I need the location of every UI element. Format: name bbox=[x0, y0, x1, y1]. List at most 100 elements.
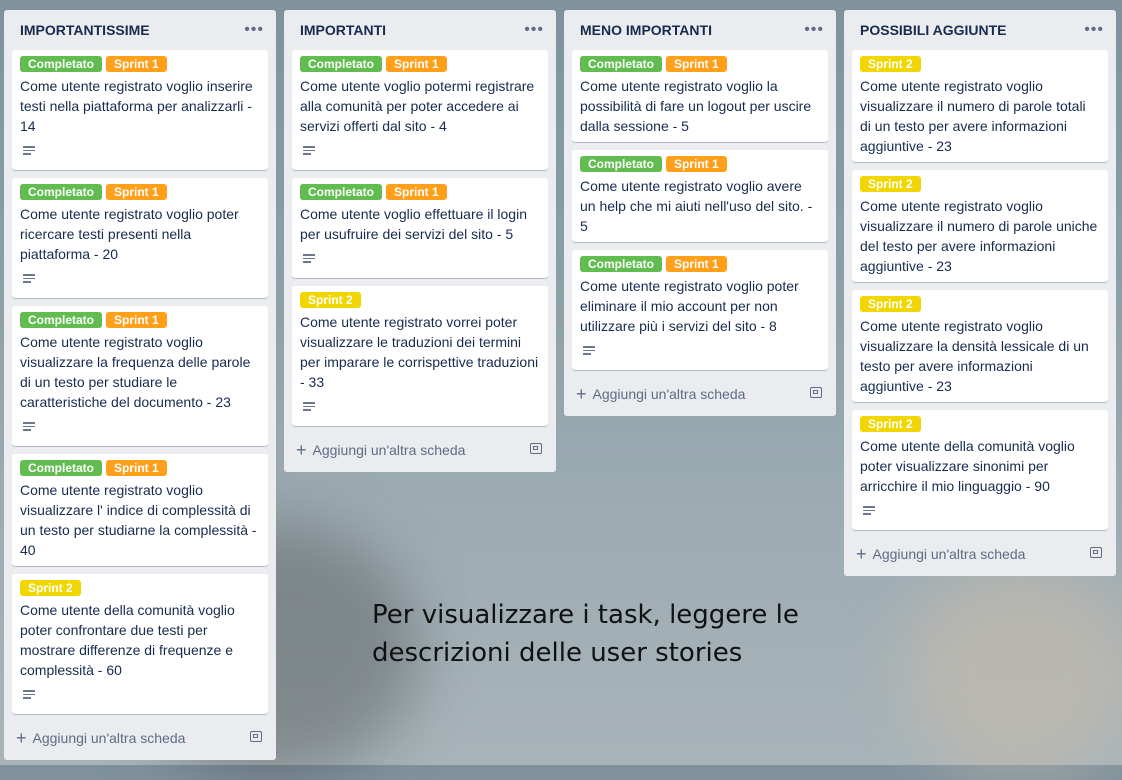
add-card-label: Aggiungi un'altra scheda bbox=[32, 730, 186, 746]
plus-icon: + bbox=[296, 440, 307, 460]
card-labels: Sprint 2 bbox=[860, 56, 1100, 72]
label-sprint[interactable]: Sprint 1 bbox=[666, 156, 727, 172]
list-menu-icon[interactable]: ••• bbox=[244, 22, 264, 38]
card[interactable]: Sprint 2 Come utente registrato voglio v… bbox=[852, 170, 1108, 282]
card-title: Come utente registrato voglio la possibi… bbox=[580, 78, 812, 134]
label-completato[interactable]: Completato bbox=[300, 184, 382, 200]
add-card-button[interactable]: + Aggiungi un'altra scheda bbox=[12, 724, 268, 752]
card[interactable]: Sprint 2 Come utente registrato voglio v… bbox=[852, 50, 1108, 162]
background-blur bbox=[900, 560, 1122, 780]
card-title: Come utente voglio effettuare il login p… bbox=[300, 206, 527, 242]
card-labels: Completato Sprint 1 bbox=[580, 256, 820, 272]
label-sprint[interactable]: Sprint 1 bbox=[386, 56, 447, 72]
add-card-button[interactable]: + Aggiungi un'altra scheda bbox=[572, 380, 828, 408]
card-title: Come utente registrato voglio avere un h… bbox=[580, 178, 813, 234]
plus-icon: + bbox=[576, 384, 587, 404]
label-sprint[interactable]: Sprint 1 bbox=[386, 184, 447, 200]
card-title: Come utente registrato voglio poter elim… bbox=[580, 278, 799, 334]
list-menu-icon[interactable]: ••• bbox=[524, 22, 544, 38]
list-title[interactable]: IMPORTANTISSIME bbox=[20, 22, 150, 38]
description-icon bbox=[23, 274, 35, 284]
description-icon bbox=[303, 402, 315, 412]
card-labels: Sprint 2 bbox=[860, 176, 1100, 192]
card-title: Come utente registrato voglio poter rice… bbox=[20, 206, 239, 262]
add-card-button[interactable]: + Aggiungi un'altra scheda bbox=[852, 540, 1108, 568]
list-header: IMPORTANTISSIME ••• bbox=[4, 10, 276, 50]
label-completato[interactable]: Completato bbox=[20, 56, 102, 72]
description-icon bbox=[303, 146, 315, 156]
list-menu-icon[interactable]: ••• bbox=[1084, 22, 1104, 38]
label-sprint[interactable]: Sprint 2 bbox=[20, 580, 81, 596]
label-sprint[interactable]: Sprint 1 bbox=[666, 56, 727, 72]
card-labels: Completato Sprint 1 bbox=[300, 184, 540, 200]
label-sprint[interactable]: Sprint 1 bbox=[106, 184, 167, 200]
list-menu-icon[interactable]: ••• bbox=[804, 22, 824, 38]
card-template-icon[interactable] bbox=[810, 387, 822, 398]
note-line: descrizioni delle user stories bbox=[372, 638, 743, 668]
add-card-button[interactable]: + Aggiungi un'altra scheda bbox=[292, 436, 548, 464]
card[interactable]: Sprint 2 Come utente registrato vorrei p… bbox=[292, 286, 548, 426]
label-sprint[interactable]: Sprint 1 bbox=[666, 256, 727, 272]
card-labels: Completato Sprint 1 bbox=[580, 156, 820, 172]
label-completato[interactable]: Completato bbox=[300, 56, 382, 72]
card-title: Come utente registrato voglio visualizza… bbox=[20, 482, 257, 558]
plus-icon: + bbox=[856, 544, 867, 564]
list-title[interactable]: IMPORTANTI bbox=[300, 22, 386, 38]
card[interactable]: Sprint 2 Come utente della comunità vogl… bbox=[852, 410, 1108, 530]
label-sprint[interactable]: Sprint 2 bbox=[300, 292, 361, 308]
card[interactable]: Completato Sprint 1 Come utente registra… bbox=[12, 178, 268, 298]
description-icon bbox=[583, 346, 595, 356]
label-sprint[interactable]: Sprint 2 bbox=[860, 176, 921, 192]
add-card-label: Aggiungi un'altra scheda bbox=[592, 386, 746, 402]
board-note: Per visualizzare i task, leggere le desc… bbox=[372, 596, 832, 672]
note-line: Per visualizzare i task, leggere le bbox=[372, 600, 799, 630]
card-title: Come utente registrato vorrei poter visu… bbox=[300, 314, 539, 390]
label-sprint[interactable]: Sprint 1 bbox=[106, 460, 167, 476]
list-header: IMPORTANTI ••• bbox=[284, 10, 556, 50]
card-title: Come utente registrato voglio visualizza… bbox=[860, 78, 1086, 154]
card-title: Come utente della comunità voglio poter … bbox=[860, 438, 1075, 494]
card-title: Come utente registrato voglio visualizza… bbox=[860, 318, 1089, 394]
list-title[interactable]: POSSIBILI AGGIUNTE bbox=[860, 22, 1007, 38]
description-icon bbox=[863, 506, 875, 516]
card-labels: Completato Sprint 1 bbox=[20, 312, 260, 328]
label-completato[interactable]: Completato bbox=[20, 460, 102, 476]
label-sprint[interactable]: Sprint 2 bbox=[860, 56, 921, 72]
label-sprint[interactable]: Sprint 2 bbox=[860, 296, 921, 312]
card[interactable]: Completato Sprint 1 Come utente registra… bbox=[572, 50, 828, 142]
card-template-icon[interactable] bbox=[530, 443, 542, 454]
card[interactable]: Completato Sprint 1 Come utente registra… bbox=[12, 454, 268, 566]
add-card-label: Aggiungi un'altra scheda bbox=[872, 546, 1026, 562]
label-completato[interactable]: Completato bbox=[580, 256, 662, 272]
label-sprint[interactable]: Sprint 2 bbox=[860, 416, 921, 432]
card-template-icon[interactable] bbox=[1090, 547, 1102, 558]
description-icon bbox=[23, 422, 35, 432]
card[interactable]: Sprint 2 Come utente della comunità vogl… bbox=[12, 574, 268, 714]
label-completato[interactable]: Completato bbox=[20, 184, 102, 200]
card[interactable]: Sprint 2 Come utente registrato voglio v… bbox=[852, 290, 1108, 402]
card[interactable]: Completato Sprint 1 Come utente voglio p… bbox=[292, 50, 548, 170]
label-completato[interactable]: Completato bbox=[580, 156, 662, 172]
card[interactable]: Completato Sprint 1 Come utente registra… bbox=[572, 150, 828, 242]
card[interactable]: Completato Sprint 1 Come utente voglio e… bbox=[292, 178, 548, 278]
card-template-icon[interactable] bbox=[250, 731, 262, 742]
card[interactable]: Completato Sprint 1 Come utente registra… bbox=[12, 306, 268, 446]
card-title: Come utente voglio potermi registrare al… bbox=[300, 78, 535, 134]
card[interactable]: Completato Sprint 1 Come utente registra… bbox=[572, 250, 828, 370]
list-meno-importanti: MENO IMPORTANTI ••• Completato Sprint 1 … bbox=[564, 10, 836, 416]
list-importanti: IMPORTANTI ••• Completato Sprint 1 Come … bbox=[284, 10, 556, 472]
label-sprint[interactable]: Sprint 1 bbox=[106, 312, 167, 328]
label-completato[interactable]: Completato bbox=[20, 312, 102, 328]
label-sprint[interactable]: Sprint 1 bbox=[106, 56, 167, 72]
card-labels: Sprint 2 bbox=[860, 296, 1100, 312]
description-icon bbox=[23, 690, 35, 700]
list-title[interactable]: MENO IMPORTANTI bbox=[580, 22, 712, 38]
label-completato[interactable]: Completato bbox=[580, 56, 662, 72]
card-labels: Sprint 2 bbox=[300, 292, 540, 308]
description-icon bbox=[303, 254, 315, 264]
card[interactable]: Completato Sprint 1 Come utente registra… bbox=[12, 50, 268, 170]
add-card-label: Aggiungi un'altra scheda bbox=[312, 442, 466, 458]
list-header: MENO IMPORTANTI ••• bbox=[564, 10, 836, 50]
list-possibili-aggiunte: POSSIBILI AGGIUNTE ••• Sprint 2 Come ute… bbox=[844, 10, 1116, 576]
card-title: Come utente registrato voglio visualizza… bbox=[20, 334, 251, 410]
